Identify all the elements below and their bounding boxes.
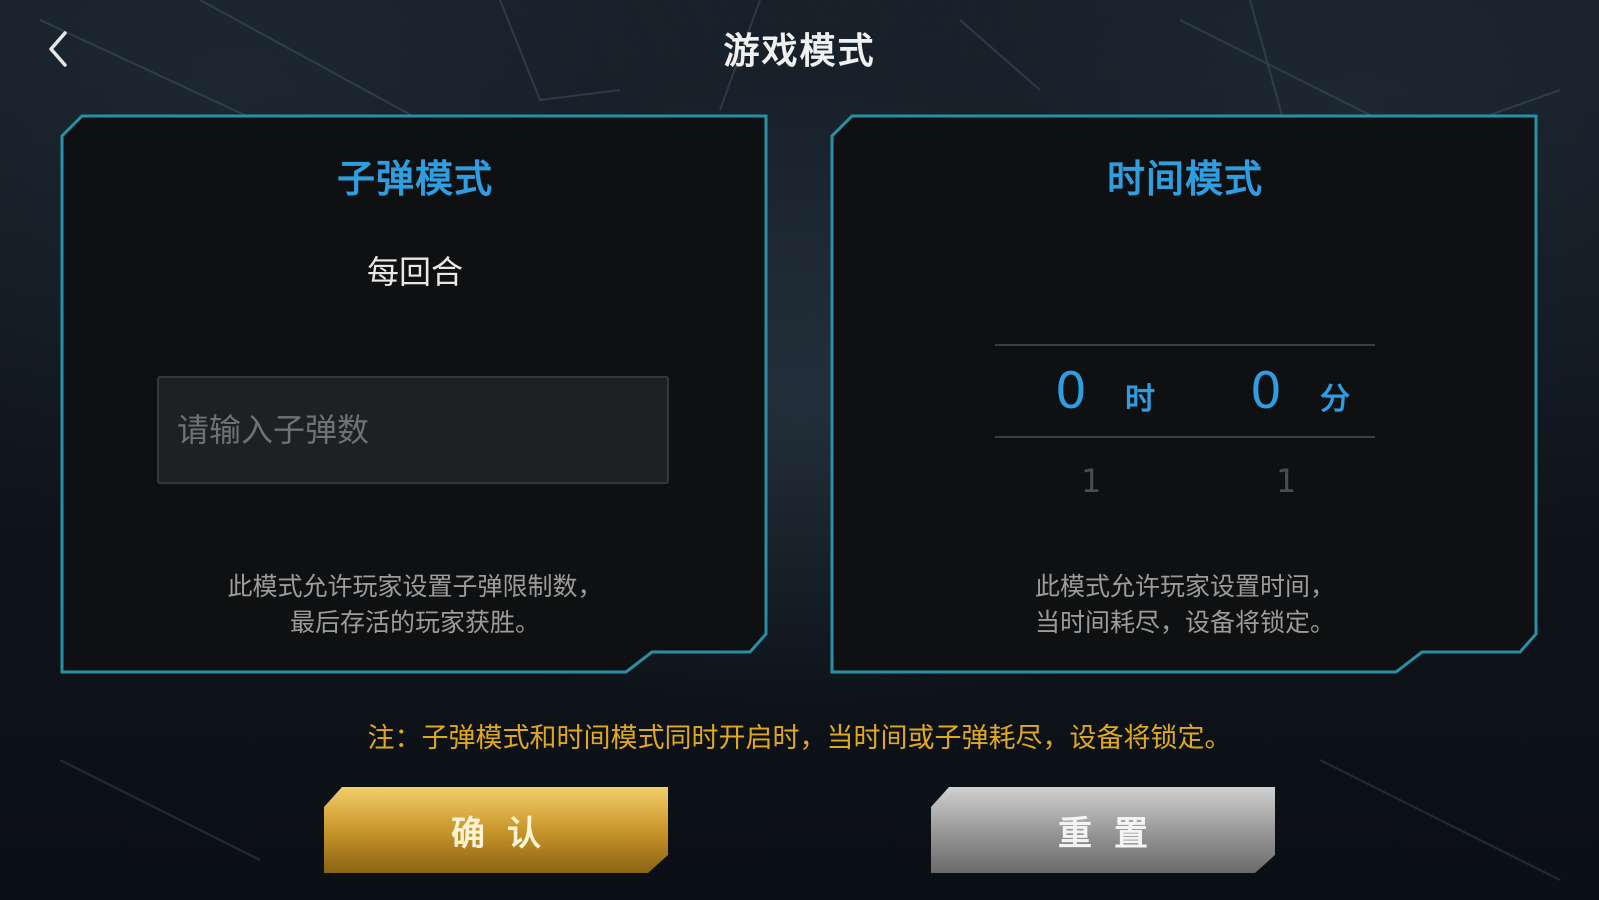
hours-unit: 时 <box>1125 382 1155 417</box>
hours-next-value[interactable]: 1 <box>1081 462 1101 500</box>
minutes-picker[interactable]: 0 分 1 <box>1250 344 1390 504</box>
confirm-button[interactable]: 确认 <box>322 785 670 875</box>
game-mode-screen: 游戏模式 子弹模式 每回合 此模式允许玩家设置子弹限制数， 最后存活的玩家获胜。… <box>0 0 1599 900</box>
bullet-mode-title: 子弹模式 <box>336 157 493 201</box>
description-line: 此模式允许玩家设置子弹限制数， <box>227 572 603 601</box>
minutes-value: 0 <box>1250 362 1282 420</box>
description-line: 最后存活的玩家获胜。 <box>289 608 540 637</box>
combined-mode-note: 注：子弹模式和时间模式同时开启时，当时间或子弹耗尽，设备将锁定。 <box>367 723 1232 754</box>
description-line: 此模式允许玩家设置时间， <box>1034 572 1335 601</box>
hours-value: 0 <box>1055 362 1087 420</box>
per-round-label: 每回合 <box>366 253 463 291</box>
bullet-count-input[interactable] <box>157 376 669 484</box>
time-picker[interactable]: 0 时 1 0 分 1 <box>995 344 1375 504</box>
time-mode-description: 此模式允许玩家设置时间， 当时间耗尽，设备将锁定。 <box>830 569 1540 641</box>
hours-picker[interactable]: 0 时 1 <box>1055 344 1195 504</box>
minutes-next-value[interactable]: 1 <box>1276 462 1296 500</box>
time-mode-title: 时间模式 <box>1106 157 1263 201</box>
confirm-button-label: 确认 <box>451 813 563 854</box>
reset-button-label: 重置 <box>1058 813 1170 854</box>
minutes-unit: 分 <box>1320 382 1350 417</box>
description-line: 当时间耗尽，设备将锁定。 <box>1034 608 1335 637</box>
bullet-mode-description: 此模式允许玩家设置子弹限制数， 最后存活的玩家获胜。 <box>60 569 770 641</box>
time-mode-panel[interactable]: 时间模式 0 时 1 0 分 1 此模式允许玩家设置时间， 当时间耗尽，设备将锁… <box>830 114 1540 686</box>
page-title: 游戏模式 <box>723 31 876 72</box>
reset-button[interactable]: 重置 <box>929 785 1277 875</box>
bullet-mode-panel[interactable]: 子弹模式 每回合 此模式允许玩家设置子弹限制数， 最后存活的玩家获胜。 <box>60 114 770 686</box>
